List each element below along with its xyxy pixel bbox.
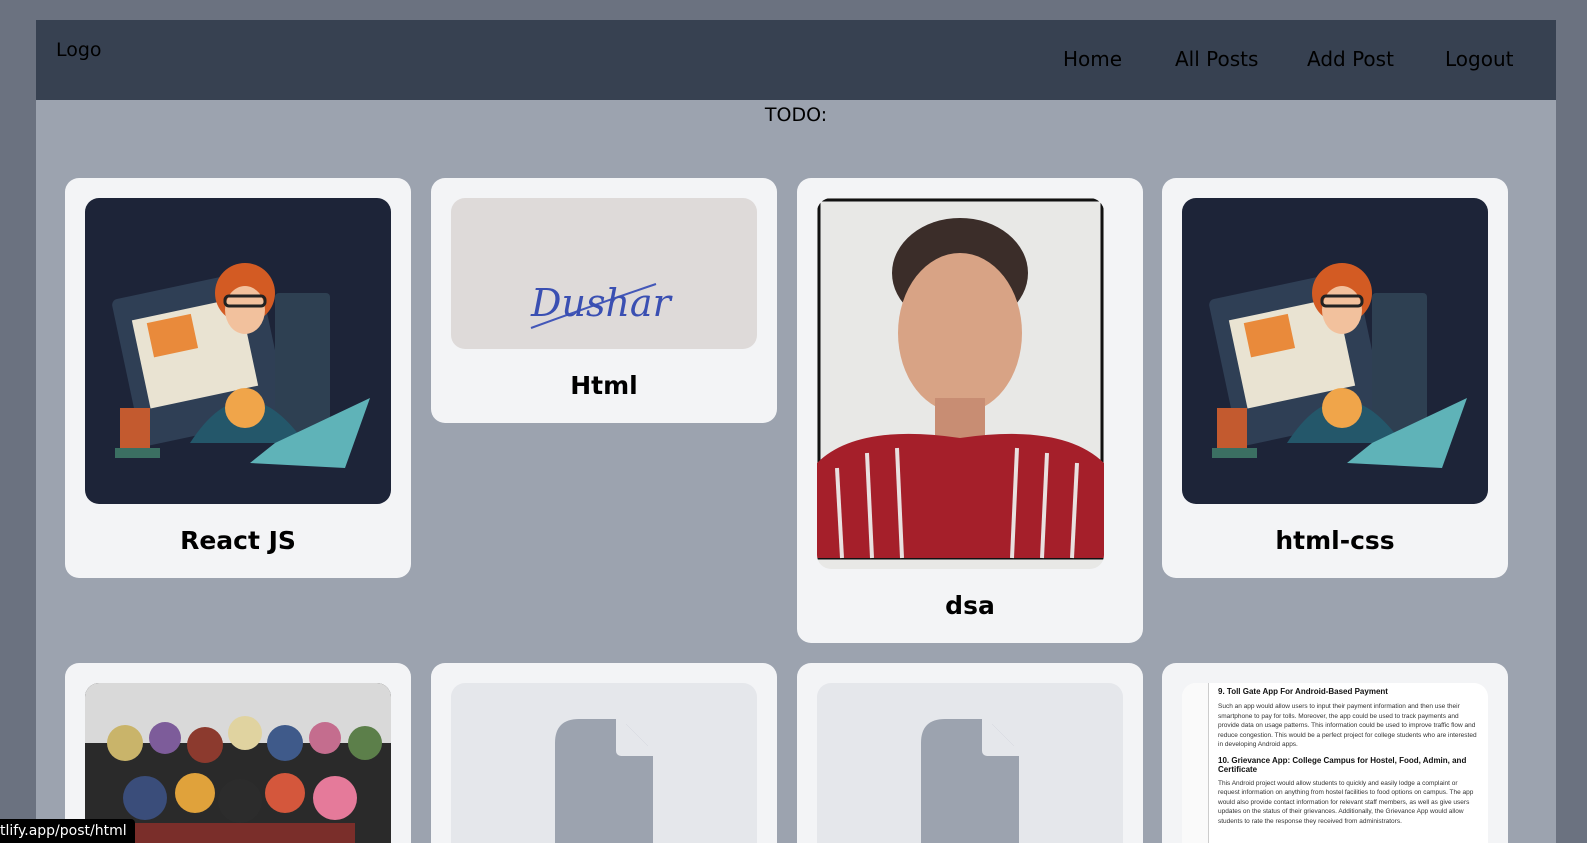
post-image-signature-photo: Dushar [451, 198, 757, 349]
post-card[interactable] [65, 663, 411, 843]
post-title: React JS [180, 526, 296, 555]
file-placeholder-icon [451, 683, 757, 843]
post-title: html-css [1275, 526, 1395, 555]
nav-all-posts[interactable]: All Posts [1175, 47, 1258, 71]
signature-text: Dushar [530, 281, 674, 325]
doc-heading: 10. Grievance App: College Campus for Ho… [1218, 755, 1467, 774]
post-card[interactable]: 9. Toll Gate App For Android-Based Payme… [1162, 663, 1508, 843]
app-container: Logo Home All Posts Add Post Logout TODO… [36, 20, 1556, 843]
status-bar-url: tlify.app/post/html [0, 819, 135, 843]
logo[interactable]: Logo [56, 39, 102, 61]
doc-paragraph: Such an app would allow users to input t… [1218, 703, 1477, 748]
doc-paragraph: This Android project would allow student… [1218, 779, 1474, 825]
post-title: dsa [945, 591, 995, 620]
post-card[interactable]: dsa [797, 178, 1143, 643]
post-image-portrait-photo [817, 198, 1104, 569]
post-card[interactable]: html-css [1162, 178, 1508, 578]
nav-add-post[interactable]: Add Post [1307, 47, 1394, 71]
todo-label: TODO: [764, 104, 828, 126]
nav-home[interactable]: Home [1063, 47, 1122, 71]
doc-side-panel [1182, 683, 1209, 843]
post-card[interactable] [431, 663, 777, 843]
doc-heading: 9. Toll Gate App For Android-Based Payme… [1218, 687, 1388, 696]
post-image-developer-illustration [1182, 198, 1488, 504]
post-image-developer-illustration [85, 198, 391, 504]
nav-logout[interactable]: Logout [1445, 47, 1513, 71]
navbar: Logo Home All Posts Add Post Logout [36, 20, 1556, 100]
post-title: Html [570, 371, 638, 400]
post-card[interactable]: React JS [65, 178, 411, 578]
post-image-document-screenshot: 9. Toll Gate App For Android-Based Payme… [1182, 683, 1488, 843]
post-card[interactable] [797, 663, 1143, 843]
file-placeholder-icon [817, 683, 1123, 843]
post-card[interactable]: Dushar Html [431, 178, 777, 423]
